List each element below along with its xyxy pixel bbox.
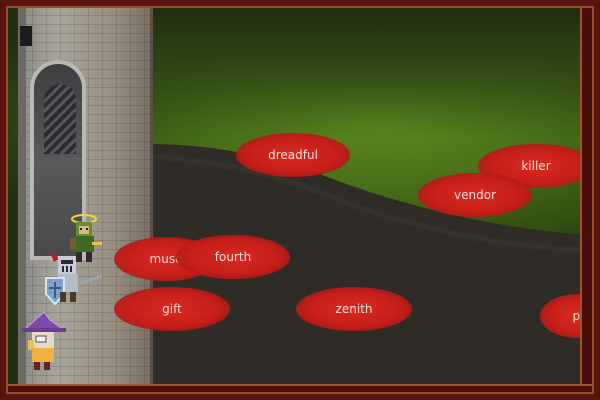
tower-notch — [20, 26, 32, 46]
word-bubble-zenith[interactable]: zenith — [296, 287, 412, 331]
word-bubble-dreadful[interactable]: dreadful — [236, 133, 350, 177]
word-bubble-gift[interactable]: gift — [114, 287, 230, 331]
word-label: dreadful — [268, 148, 318, 162]
frame-bottom-border — [0, 384, 600, 400]
word-bubble-fourth[interactable]: fourth — [176, 235, 290, 279]
word-label: fourth — [214, 250, 252, 264]
arch-window-grate — [44, 84, 76, 154]
knight-with-shield-icon[interactable] — [44, 248, 106, 312]
frame-right-border — [580, 0, 600, 400]
word-label: zenith — [335, 302, 373, 316]
game-scene: dreadful killer vendor muse fourth gift … — [0, 0, 600, 400]
word-label: vendor — [454, 188, 496, 202]
word-label: gift — [162, 302, 182, 316]
word-bubble-vendor[interactable]: vendor — [418, 173, 532, 217]
purple-wizard-icon[interactable] — [20, 310, 68, 374]
word-label: killer — [521, 159, 551, 173]
